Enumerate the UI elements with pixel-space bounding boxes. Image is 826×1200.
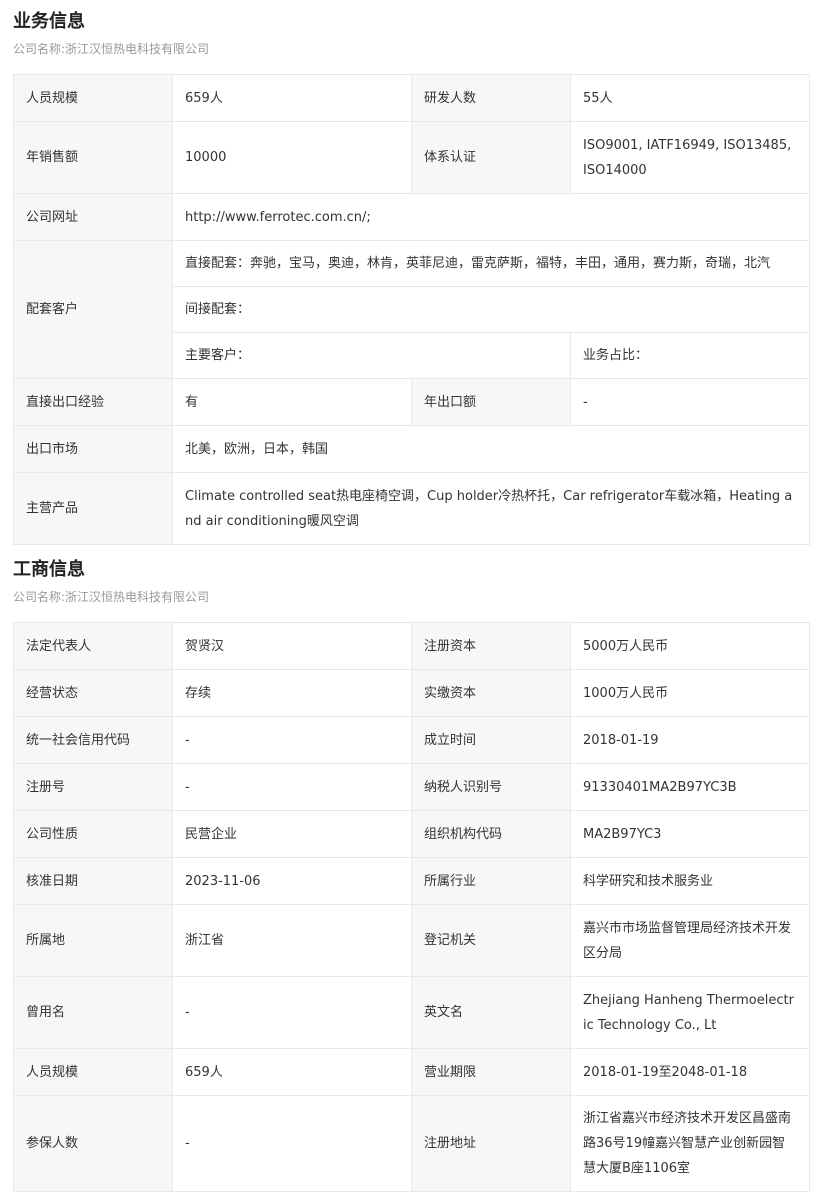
commerce-company-name: 公司名称:浙江汉恒热电科技有限公司 [13, 590, 210, 604]
table-row: 参保人数 - 注册地址 浙江省嘉兴市经济技术开发区昌盛南路36号19幢嘉兴智慧产… [13, 1095, 810, 1192]
field-label: 登记机关 [411, 904, 571, 977]
field-label: 核准日期 [13, 857, 173, 905]
field-value: 浙江省 [172, 904, 412, 977]
field-label: 所属地 [13, 904, 173, 977]
field-value: MA2B97YC3 [570, 810, 810, 858]
field-label: 法定代表人 [13, 622, 173, 670]
field-value: - [172, 763, 412, 811]
commerce-info-table: 法定代表人 贺贤汉 注册资本 5000万人民币 经营状态 存续 实缴资本 100… [13, 622, 810, 1192]
field-label: 实缴资本 [411, 669, 571, 717]
field-label: 英文名 [411, 976, 571, 1049]
commerce-title: 工商信息 [13, 559, 85, 580]
field-label: 统一社会信用代码 [13, 716, 173, 764]
field-value: 91330401MA2B97YC3B [570, 763, 810, 811]
field-value: 北美，欧洲，日本，韩国 [172, 425, 810, 473]
field-label: 注册资本 [411, 622, 571, 670]
field-label: 注册号 [13, 763, 173, 811]
field-value: 存续 [172, 669, 412, 717]
field-label: 体系认证 [411, 121, 571, 194]
field-value: 嘉兴市市场监督管理局经济技术开发区分局 [570, 904, 810, 977]
business-share-label: 业务占比： [570, 332, 810, 379]
field-value: 1000万人民币 [570, 669, 810, 717]
field-label: 组织机构代码 [411, 810, 571, 858]
field-label: 参保人数 [13, 1095, 173, 1192]
field-value: 有 [172, 378, 412, 426]
field-value: 659人 [172, 74, 412, 122]
business-company-name: 公司名称:浙江汉恒热电科技有限公司 [13, 42, 210, 56]
table-row: 统一社会信用代码 - 成立时间 2018-01-19 [13, 716, 810, 764]
field-value: 贺贤汉 [172, 622, 412, 670]
table-row: 人员规模 659人 研发人数 55人 [13, 74, 810, 122]
field-label: 注册地址 [411, 1095, 571, 1192]
table-row: 公司网址 http://www.ferrotec.com.cn/; [13, 193, 810, 241]
table-row: 所属地 浙江省 登记机关 嘉兴市市场监督管理局经济技术开发区分局 [13, 904, 810, 977]
table-row: 主营产品 Climate controlled seat热电座椅空调，Cup h… [13, 472, 810, 545]
field-value: 直接配套：奔驰，宝马，奥迪，林肯，英菲尼迪，雷克萨斯，福特，丰田，通用，赛力斯，… [172, 240, 810, 287]
field-value: 科学研究和技术服务业 [570, 857, 810, 905]
field-value: Climate controlled seat热电座椅空调，Cup holder… [172, 472, 810, 545]
field-label: 研发人数 [411, 74, 571, 122]
business-title: 业务信息 [13, 11, 85, 32]
business-info-table: 人员规模 659人 研发人数 55人 年销售额 10000 体系认证 ISO90… [13, 74, 810, 545]
field-value: 55人 [570, 74, 810, 122]
field-label: 所属行业 [411, 857, 571, 905]
table-row: 公司性质 民营企业 组织机构代码 MA2B97YC3 [13, 810, 810, 858]
field-value: - [172, 716, 412, 764]
field-label: 曾用名 [13, 976, 173, 1049]
field-value: 2023-11-06 [172, 857, 412, 905]
field-value: 5000万人民币 [570, 622, 810, 670]
field-label: 直接出口经验 [13, 378, 173, 426]
field-label: 人员规模 [13, 1048, 173, 1096]
table-row: 注册号 - 纳税人识别号 91330401MA2B97YC3B [13, 763, 810, 811]
table-row: 经营状态 存续 实缴资本 1000万人民币 [13, 669, 810, 717]
direct-supply-label: 直接配套： [185, 256, 251, 271]
field-label: 纳税人识别号 [411, 763, 571, 811]
field-label: 营业期限 [411, 1048, 571, 1096]
field-value: 2018-01-19 [570, 716, 810, 764]
field-label: 公司性质 [13, 810, 173, 858]
field-label: 人员规模 [13, 74, 173, 122]
field-value: Zhejiang Hanheng Thermoelectric Technolo… [570, 976, 810, 1049]
table-row: 出口市场 北美，欧洲，日本，韩国 [13, 425, 810, 473]
field-value: 2018-01-19至2048-01-18 [570, 1048, 810, 1096]
table-row: 年销售额 10000 体系认证 ISO9001, IATF16949, ISO1… [13, 121, 810, 194]
field-value: ISO9001, IATF16949, ISO13485, ISO14000 [570, 121, 810, 194]
table-row: 核准日期 2023-11-06 所属行业 科学研究和技术服务业 [13, 857, 810, 905]
table-row: 法定代表人 贺贤汉 注册资本 5000万人民币 [13, 622, 810, 670]
field-value: - [172, 976, 412, 1049]
direct-supply-value: 奔驰，宝马，奥迪，林肯，英菲尼迪，雷克萨斯，福特，丰田，通用，赛力斯，奇瑞，北汽 [250, 256, 771, 271]
field-label: 公司网址 [13, 193, 173, 241]
field-label: 成立时间 [411, 716, 571, 764]
table-row: 直接出口经验 有 年出口额 - [13, 378, 810, 426]
field-label: 经营状态 [13, 669, 173, 717]
field-value: 民营企业 [172, 810, 412, 858]
main-customer-label: 主要客户： [172, 332, 571, 379]
field-value: 浙江省嘉兴市经济技术开发区昌盛南路36号19幢嘉兴智慧产业创新园智慧大厦B座11… [570, 1095, 810, 1192]
field-label: 出口市场 [13, 425, 173, 473]
website-link[interactable]: http://www.ferrotec.com.cn/; [172, 193, 810, 241]
field-label: 配套客户 [13, 240, 173, 379]
table-row: 配套客户 直接配套：奔驰，宝马，奥迪，林肯，英菲尼迪，雷克萨斯，福特，丰田，通用… [13, 240, 810, 379]
field-label: 主营产品 [13, 472, 173, 545]
field-value: - [570, 378, 810, 426]
table-row: 人员规模 659人 营业期限 2018-01-19至2048-01-18 [13, 1048, 810, 1096]
table-row: 曾用名 - 英文名 Zhejiang Hanheng Thermoelectri… [13, 976, 810, 1049]
field-label: 年销售额 [13, 121, 173, 194]
field-value: - [172, 1095, 412, 1192]
field-value: 659人 [172, 1048, 412, 1096]
field-label: 年出口额 [411, 378, 571, 426]
field-value: 10000 [172, 121, 412, 194]
indirect-supply-label: 间接配套： [172, 286, 810, 333]
